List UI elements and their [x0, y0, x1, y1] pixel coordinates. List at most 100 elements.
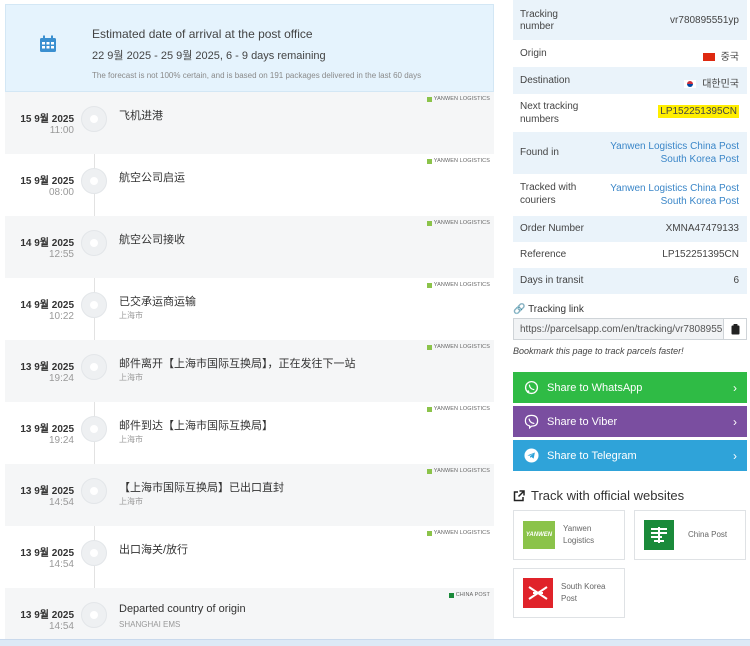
event-list: YANWEN LOGISTICS 15 9월 2025 11:00 飞机进港 YANWE…	[5, 92, 494, 644]
eta-note: The forecast is not 100% certain, and is…	[92, 71, 422, 80]
courier-badge: YANWEN LOGISTICS	[426, 406, 490, 412]
event-row: YANWEN LOGISTICS 13 9월 2025 14:54 【上海市国际互换局…	[5, 464, 494, 526]
order-number-row: Order Number XMNA47479133	[513, 216, 747, 242]
event-location: 上海市	[119, 435, 143, 444]
eta-range: 22 9월 2025 - 25 9월 2025, 6 - 9 days rema…	[92, 50, 326, 62]
event-date: 13 9월 2025	[20, 548, 74, 559]
courier-square-icon	[426, 220, 432, 226]
yanwen-card[interactable]: YANWEN Yanwen Logistics	[513, 510, 625, 560]
yanwen-logo-icon: YANWEN	[523, 521, 555, 549]
event-time: 12:55	[48, 249, 74, 260]
timeline-dot-icon	[81, 478, 107, 504]
courier-name: YANWEN LOGISTICS	[433, 282, 490, 288]
timeline-dot-icon	[81, 416, 107, 442]
courier-square-icon	[426, 158, 432, 164]
china-post-logo-icon	[644, 520, 674, 550]
courier-name: YANWEN LOGISTICS	[433, 220, 490, 226]
timeline-dot-icon	[81, 354, 107, 380]
found-in-row: Found in Yanwen Logistics China Post Sou…	[513, 132, 747, 174]
korea-post-logo-icon	[523, 578, 553, 608]
korea-post-card[interactable]: South Korea Post	[513, 568, 625, 618]
event-datetime: 14 9월 2025 10:22	[20, 296, 74, 322]
courier-square-icon	[448, 592, 454, 598]
courier-badge: YANWEN LOGISTICS	[426, 282, 490, 288]
destination-label: Destination	[520, 75, 571, 86]
courier-name: YANWEN LOGISTICS	[433, 344, 490, 350]
calendar-icon	[40, 35, 56, 52]
link-icon: 🔗	[513, 304, 526, 315]
official-websites-title: Track with official websites	[531, 488, 685, 503]
copy-button[interactable]	[723, 318, 747, 340]
event-location: 上海市	[119, 311, 143, 320]
tracking-number-value: vr780895551yp	[670, 15, 739, 26]
share-telegram-button[interactable]: Share to Telegram ›	[513, 440, 747, 471]
timeline-dot-icon	[81, 106, 107, 132]
timeline-dot-icon	[81, 292, 107, 318]
event-date: 13 9월 2025	[20, 362, 74, 373]
tracked-with-line2[interactable]: South Korea Post	[610, 195, 739, 208]
found-in-label: Found in	[520, 147, 559, 158]
courier-square-icon	[426, 530, 432, 536]
tracked-with-label: Tracked with couriers	[520, 182, 577, 206]
event-datetime: 13 9월 2025 19:24	[20, 358, 74, 384]
tracking-link-input[interactable]	[513, 318, 747, 340]
tracked-with-links[interactable]: Yanwen Logistics China Post South Korea …	[610, 182, 739, 208]
share-viber-button[interactable]: Share to Viber ›	[513, 406, 747, 437]
event-time: 19:24	[48, 373, 74, 384]
timeline-dot-icon	[81, 168, 107, 194]
event-date: 15 9월 2025	[20, 176, 74, 187]
event-datetime: 13 9월 2025 14:54	[20, 606, 74, 632]
courier-badge: YANWEN LOGISTICS	[426, 344, 490, 350]
order-number-value: XMNA47479133	[665, 223, 739, 234]
share-whatsapp-label: Share to WhatsApp	[547, 381, 643, 394]
courier-square-icon	[426, 96, 432, 102]
reference-value: LP152251395CN	[662, 249, 739, 260]
event-date: 13 9월 2025	[20, 610, 74, 621]
courier-name: YANWEN LOGISTICS	[433, 530, 490, 536]
whatsapp-icon	[523, 380, 539, 396]
china-post-card[interactable]: China Post	[634, 510, 746, 560]
days-row: Days in transit 6	[513, 268, 747, 294]
courier-badge: YANWEN LOGISTICS	[426, 530, 490, 536]
tracked-with-row: Tracked with couriers Yanwen Logistics C…	[513, 174, 747, 216]
event-description: 航空公司接收	[119, 234, 185, 246]
viber-icon	[523, 414, 539, 430]
event-row: CHINA POST 13 9월 2025 14:54 Departed countr…	[5, 588, 494, 644]
event-row: YANWEN LOGISTICS 13 9월 2025 19:24 邮件到达【上海市国…	[5, 402, 494, 464]
courier-badge: YANWEN LOGISTICS	[426, 220, 490, 226]
origin-value: 중국	[702, 48, 739, 63]
clipboard-icon	[731, 323, 739, 334]
event-date: 15 9월 2025	[20, 114, 74, 125]
courier-name: YANWEN LOGISTICS	[433, 406, 490, 412]
event-location: 上海市	[119, 497, 143, 506]
event-description: 航空公司启运	[119, 172, 185, 184]
event-row: YANWEN LOGISTICS 13 9월 2025 14:54 出口海关/放行	[5, 526, 494, 588]
external-link-icon	[513, 489, 525, 501]
event-description: Departed country of origin	[119, 603, 246, 615]
tracking-link-label: Tracking link	[528, 304, 584, 315]
origin-label: Origin	[520, 48, 547, 59]
found-in-line1[interactable]: Yanwen Logistics China Post	[610, 140, 739, 153]
event-time: 14:54	[48, 497, 74, 508]
event-date: 14 9월 2025	[20, 300, 74, 311]
event-time: 08:00	[48, 187, 74, 198]
event-date: 14 9월 2025	[20, 238, 74, 249]
eta-title: Estimated date of arrival at the post of…	[92, 27, 313, 41]
courier-badge: YANWEN LOGISTICS	[426, 96, 490, 102]
event-datetime: 13 9월 2025 14:54	[20, 544, 74, 570]
event-row: YANWEN LOGISTICS 13 9월 2025 19:24 邮件离开【上海市国…	[5, 340, 494, 402]
next-tracking-link[interactable]: LP152251395CN	[658, 105, 739, 118]
tracked-with-line1[interactable]: Yanwen Logistics China Post	[610, 182, 739, 195]
reference-row: Reference LP152251395CN	[513, 242, 747, 268]
courier-name: CHINA POST	[455, 592, 490, 598]
event-time: 14:54	[48, 621, 74, 632]
found-in-links[interactable]: Yanwen Logistics China Post South Korea …	[610, 140, 739, 166]
bottom-scroll-bar	[0, 639, 750, 646]
found-in-line2[interactable]: South Korea Post	[610, 153, 739, 166]
share-whatsapp-button[interactable]: Share to WhatsApp ›	[513, 372, 747, 403]
yanwen-card-label: Yanwen Logistics	[563, 524, 595, 545]
event-description: 出口海关/放行	[119, 544, 189, 556]
event-time: 11:00	[49, 125, 74, 136]
timeline-dot-icon	[81, 540, 107, 566]
courier-square-icon	[426, 406, 432, 412]
